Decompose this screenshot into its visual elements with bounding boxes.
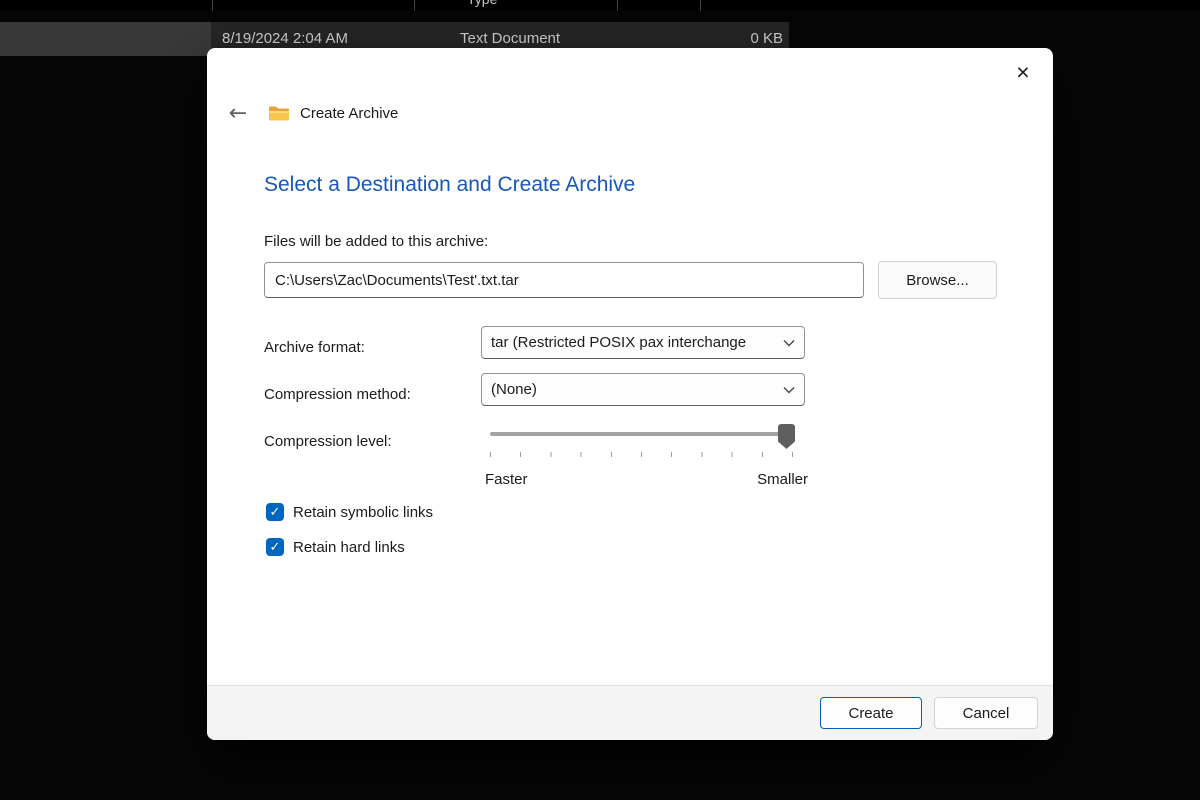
checkbox-checked-icon[interactable]: ✓ xyxy=(266,538,284,556)
retain-symbolic-links-label: Retain symbolic links xyxy=(293,503,434,521)
retain-hard-links-label: Retain hard links xyxy=(293,538,405,556)
checkbox-checked-icon[interactable]: ✓ xyxy=(266,503,284,521)
retain-hard-links-option[interactable]: ✓ Retain hard links xyxy=(266,537,405,557)
compression-method-label: Compression method: xyxy=(264,386,411,403)
chevron-down-icon xyxy=(783,386,795,393)
create-button[interactable]: Create xyxy=(820,697,922,729)
archive-format-dropdown[interactable]: tar (Restricted POSIX pax interchange xyxy=(481,326,805,359)
compression-level-slider xyxy=(490,424,795,470)
compression-level-label: Compression level: xyxy=(264,433,392,450)
archive-format-label: Archive format: xyxy=(264,339,365,356)
page-heading: Select a Destination and Create Archive xyxy=(264,173,636,196)
file-row-selection xyxy=(0,22,211,56)
chevron-down-icon xyxy=(783,339,795,346)
slider-min-label: Faster xyxy=(485,471,528,488)
back-button[interactable]: ← xyxy=(223,98,253,128)
column-divider[interactable] xyxy=(212,0,213,11)
column-header-type[interactable]: Type xyxy=(467,0,497,7)
close-icon[interactable]: × xyxy=(1005,56,1041,88)
compression-method-dropdown[interactable]: (None) xyxy=(481,373,805,406)
slider-ticks xyxy=(490,452,794,457)
dialog-footer: Create Cancel xyxy=(207,685,1053,740)
column-header-bar: Type xyxy=(0,0,1200,11)
dialog-header: ← Create Archive xyxy=(223,98,399,128)
retain-symbolic-links-option[interactable]: ✓ Retain symbolic links xyxy=(266,502,433,522)
destination-label: Files will be added to this archive: xyxy=(264,233,489,250)
column-divider[interactable] xyxy=(700,0,701,11)
destination-path-input[interactable] xyxy=(264,262,864,298)
dialog-title: Create Archive xyxy=(300,104,399,122)
archive-format-value: tar (Restricted POSIX pax interchange xyxy=(491,334,747,351)
column-divider[interactable] xyxy=(414,0,415,11)
slider-track[interactable] xyxy=(490,432,795,436)
compression-method-value: (None) xyxy=(491,381,537,398)
folder-icon xyxy=(268,105,290,122)
slider-thumb[interactable] xyxy=(778,424,795,449)
column-divider[interactable] xyxy=(617,0,618,11)
slider-max-label: Smaller xyxy=(757,471,808,488)
create-archive-dialog: × ← Create Archive Select a Destination … xyxy=(207,48,1053,740)
cancel-button[interactable]: Cancel xyxy=(934,697,1038,729)
browse-button[interactable]: Browse... xyxy=(878,261,997,299)
